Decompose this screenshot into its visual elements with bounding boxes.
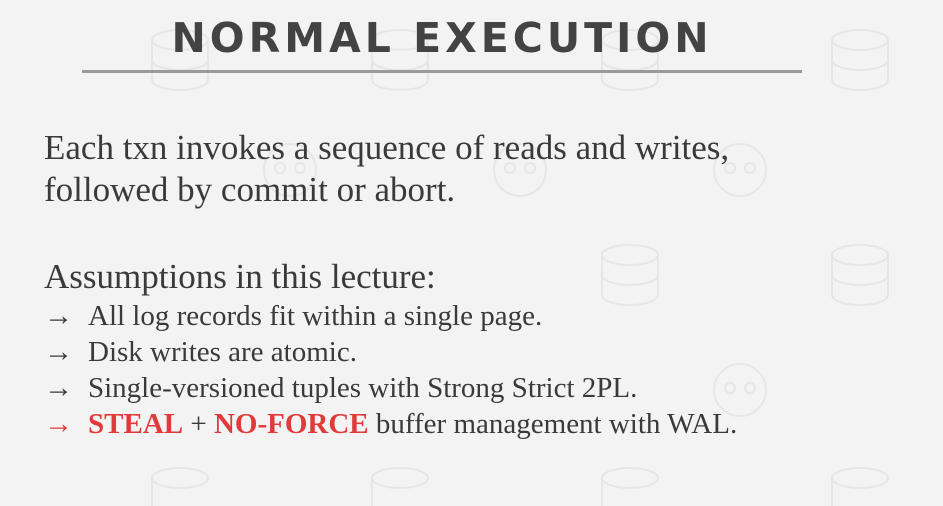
plus-sign: + [183, 408, 214, 440]
arrow-icon: → [44, 336, 73, 368]
intro-line-1: Each txn invokes a sequence of reads and… [44, 128, 730, 167]
list-item-text: All log records fit within a single page… [88, 300, 543, 332]
list-item-text: Single-versioned tuples with Strong Stri… [88, 372, 638, 404]
arrow-icon: → [44, 300, 73, 332]
database-icon [831, 467, 889, 506]
database-icon [601, 244, 659, 306]
database-icon [151, 467, 209, 506]
database-icon [831, 244, 889, 306]
assumptions-heading: Assumptions in this lecture: [44, 257, 436, 296]
buffer-management-text: buffer management with WAL. [368, 408, 738, 440]
intro-paragraph: Each txn invokes a sequence of reads and… [44, 127, 729, 211]
title-underline [82, 70, 802, 73]
no-force-keyword: NO-FORCE [213, 408, 369, 440]
intro-line-2: followed by commit or abort. [44, 170, 456, 209]
database-icon [601, 467, 659, 506]
list-item: → Single-versioned tuples with Strong Str… [44, 370, 737, 406]
arrow-icon: → [44, 372, 73, 404]
assumptions-list: → All log records fit within a single pag… [44, 298, 737, 442]
steal-keyword: STEAL [88, 408, 184, 440]
database-icon [831, 29, 889, 91]
list-item-text: Disk writes are atomic. [88, 336, 357, 368]
list-item-highlight: → STEAL + NO-FORCE buffer management with… [44, 406, 737, 442]
arrow-icon: → [44, 408, 73, 440]
database-icon [371, 467, 429, 506]
list-item: → All log records fit within a single pag… [44, 298, 737, 334]
slide-title: NORMAL EXECUTION [171, 14, 713, 62]
list-item: → Disk writes are atomic. [44, 334, 737, 370]
